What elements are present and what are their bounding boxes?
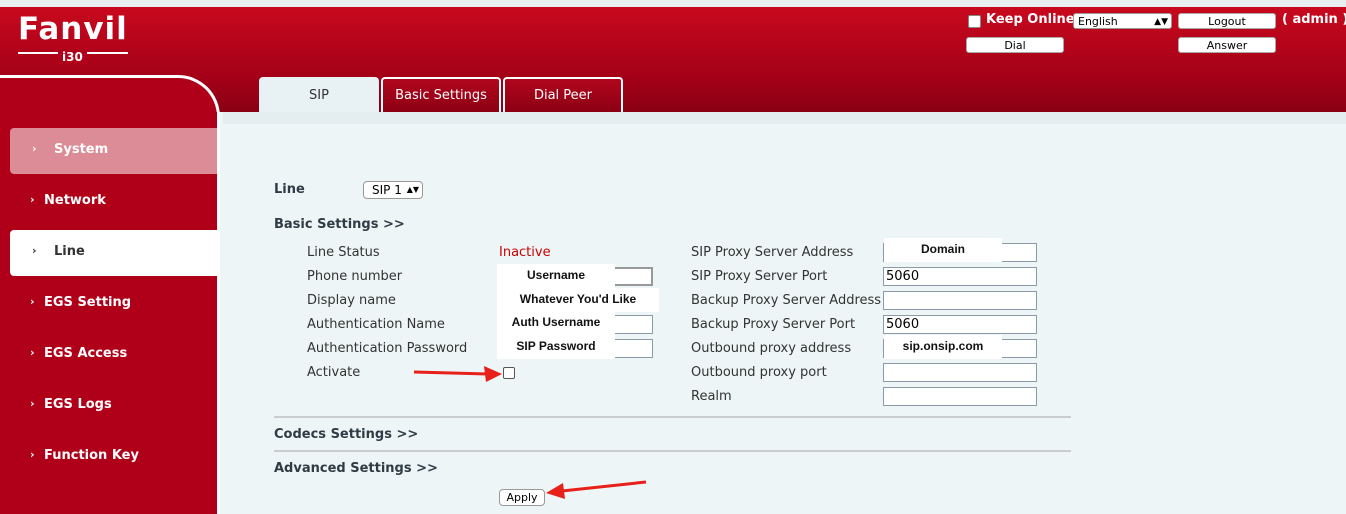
arrow-to-activate-icon <box>413 366 502 382</box>
arrow-to-apply-icon <box>546 480 647 499</box>
arrow-annotations <box>413 366 647 499</box>
